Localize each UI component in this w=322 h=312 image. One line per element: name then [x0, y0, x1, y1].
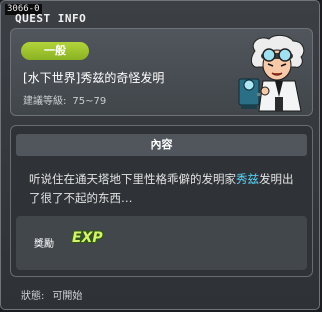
quest-description: 听说住在通天塔地下里性格乖僻的发明家秀兹发明出了很了不起的东西… — [29, 170, 299, 208]
window-title: QUEST INFO — [15, 12, 87, 25]
npc-scientist-portrait — [238, 34, 305, 112]
reward-box: 獎勵 EXP — [16, 216, 307, 270]
status-label: 狀態: — [21, 291, 45, 302]
description-before: 听说住在通天塔地下里性格乖僻的发明家 — [29, 172, 236, 186]
reward-label: 獎勵 — [34, 239, 54, 250]
recommended-level: 建議等級: 75~79 — [23, 92, 112, 107]
quest-name: [水下世界]秀兹的奇怪发明 — [23, 71, 165, 85]
quest-header-panel: 一般 [水下世界]秀兹的奇怪发明 建議等級: 75~79 — [10, 28, 313, 116]
quest-info-window: 3066-0 QUEST INFO 一般 [水下世界]秀兹的奇怪发明 建議等級:… — [0, 0, 320, 310]
category-badge: 一般 — [21, 42, 89, 60]
quest-content-panel: 內容 听说住在通天塔地下里性格乖僻的发明家秀兹发明出了很了不起的东西… 獎勵 E… — [10, 125, 313, 277]
title-bar[interactable]: 3066-0 QUEST INFO — [5, 4, 305, 25]
exp-reward-icon[interactable]: EXP — [72, 230, 103, 246]
level-range: 75~79 — [72, 96, 107, 107]
quest-status: 狀態: 可開始 — [21, 287, 90, 302]
content-heading: 內容 — [16, 134, 307, 156]
level-label: 建議等級: — [23, 96, 67, 107]
npc-name-highlight: 秀兹 — [236, 172, 259, 186]
status-value: 可開始 — [52, 291, 83, 302]
